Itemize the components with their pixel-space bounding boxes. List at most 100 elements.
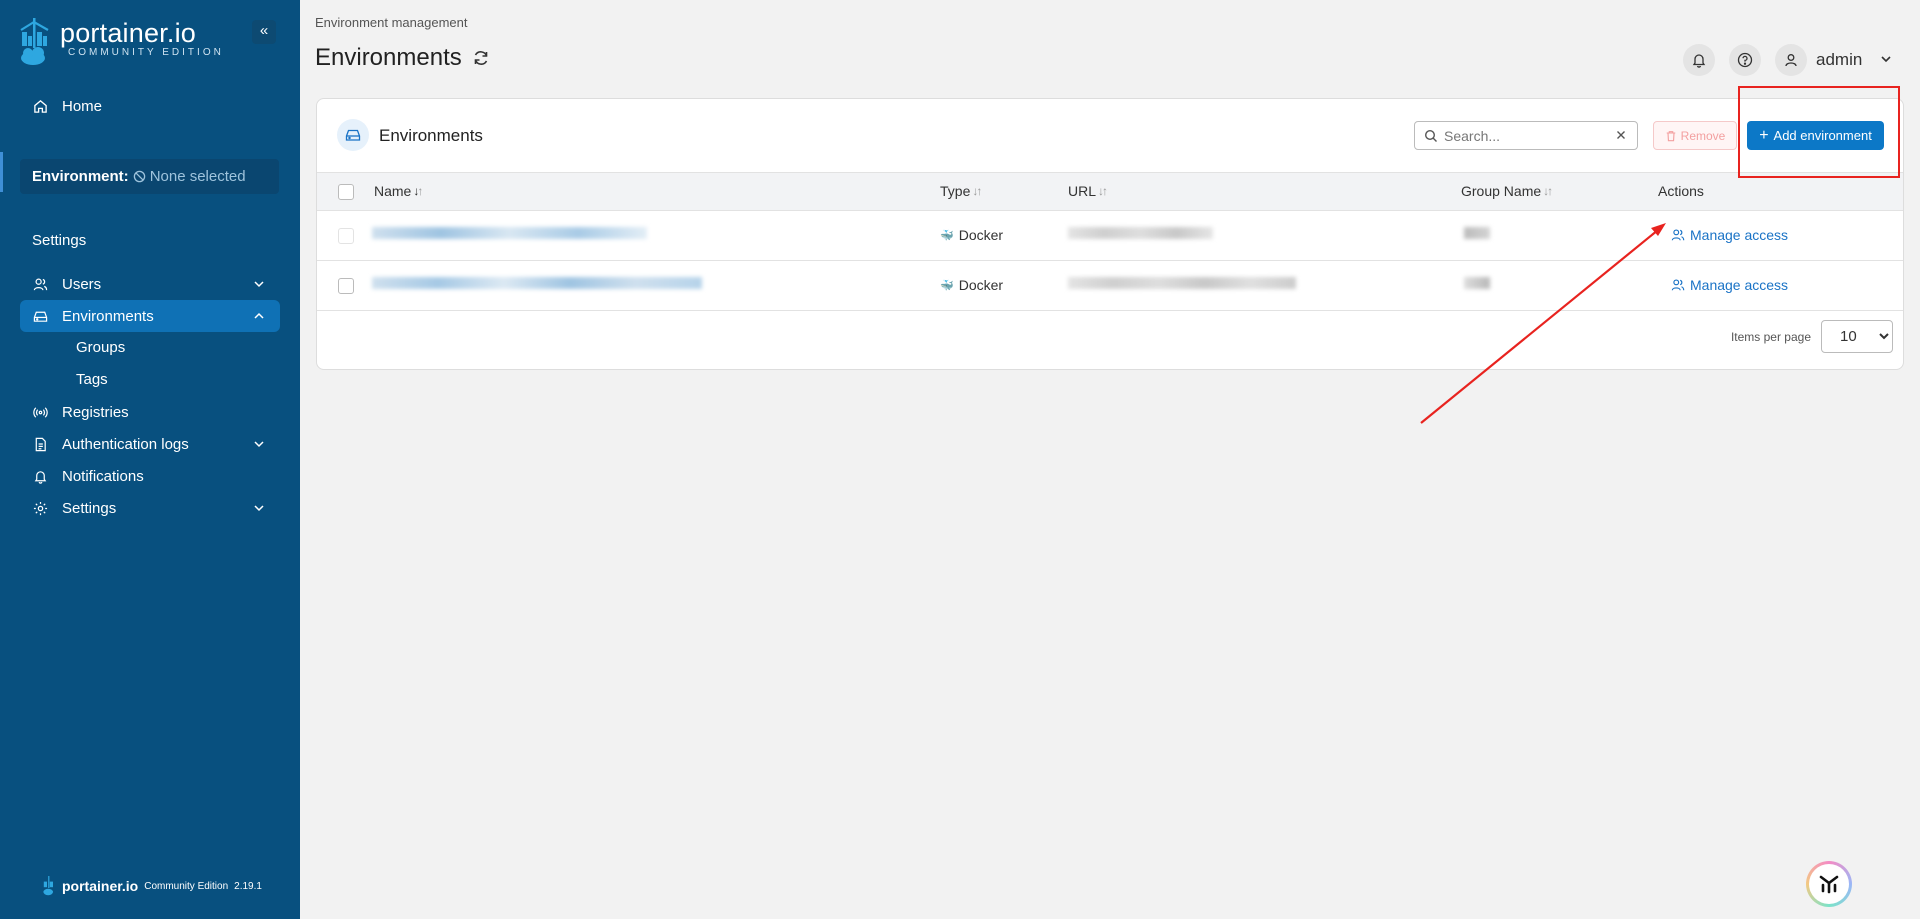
sort-icon: ↓↑ [972, 184, 982, 198]
docker-icon: 🐳 [940, 229, 954, 242]
users-icon [1671, 279, 1685, 291]
environments-panel: Environments Remove + Add environment Na… [316, 98, 1904, 370]
environment-selector[interactable]: Environment: None selected [20, 159, 279, 194]
user-icon [1785, 54, 1797, 67]
table-row[interactable]: 🐳 Docker Manage access [317, 211, 1903, 261]
sidebar-item-label: Users [62, 275, 102, 293]
search-box[interactable] [1414, 121, 1638, 150]
settings-section-title: Settings [32, 232, 87, 249]
chevron-down-icon [254, 441, 264, 448]
users-icon [1671, 229, 1685, 241]
manage-access-link[interactable]: Manage access [1671, 277, 1788, 293]
environments-icon [30, 306, 50, 326]
manage-access-link[interactable]: Manage access [1671, 227, 1788, 243]
floating-assistant-button[interactable] [1806, 861, 1852, 907]
sidebar-item-registries[interactable]: Registries [20, 396, 280, 428]
sidebar-item-label: Registries [62, 403, 129, 421]
help-button[interactable] [1729, 44, 1761, 76]
brand-edition: COMMUNITY EDITION [68, 47, 224, 58]
sort-icon: ↓↑ [1543, 184, 1553, 198]
collapse-sidebar-button[interactable]: « [252, 20, 276, 44]
footer-brand: portainer.io [62, 878, 139, 894]
environment-accent [0, 152, 3, 192]
notifications-button[interactable] [1683, 44, 1715, 76]
sidebar-item-settings[interactable]: Settings [20, 492, 280, 524]
environment-value: None selected [133, 168, 246, 185]
environment-label: Environment: [32, 168, 129, 185]
panel-header: Environments Remove + Add environment [317, 99, 1903, 173]
row-checkbox[interactable] [338, 278, 354, 294]
gear-icon [30, 498, 50, 518]
sidebar: portainer.io COMMUNITY EDITION « Home En… [0, 0, 300, 919]
environment-value-text: None selected [149, 168, 246, 185]
sidebar-item-label: Notifications [62, 467, 144, 485]
sidebar-item-notifications[interactable]: Notifications [20, 460, 280, 492]
environment-name-redacted[interactable] [372, 277, 702, 289]
search-input[interactable] [1444, 127, 1614, 144]
column-header-url[interactable]: URL ↓↑ [1068, 183, 1108, 199]
breadcrumb[interactable]: Environment management [315, 15, 467, 30]
sidebar-item-environments[interactable]: Environments [20, 300, 280, 332]
refresh-icon[interactable] [472, 49, 490, 67]
items-per-page-select[interactable]: 10 25 50 100 [1821, 320, 1893, 353]
column-header-actions: Actions [1658, 183, 1704, 199]
panel-title: Environments [379, 126, 483, 145]
brand[interactable]: portainer.io COMMUNITY EDITION [18, 18, 224, 68]
chevron-down-icon [254, 505, 264, 512]
users-icon [30, 274, 50, 294]
footer-version: 2.19.1 [234, 880, 262, 892]
chevron-down-icon[interactable] [1879, 52, 1893, 66]
sidebar-item-label: Home [62, 97, 103, 115]
environments-icon [345, 129, 361, 141]
bell-icon [1692, 54, 1706, 68]
no-entry-icon [133, 170, 145, 183]
trash-icon [1666, 130, 1675, 141]
sort-icon: ↓↑ [413, 184, 423, 198]
close-icon[interactable] [1614, 128, 1628, 142]
assistant-logo-icon [1819, 875, 1839, 894]
search-icon [1424, 129, 1437, 142]
environment-name-redacted[interactable] [372, 227, 647, 239]
sidebar-item-home[interactable]: Home [20, 90, 280, 122]
column-header-group-name[interactable]: Group Name ↓↑ [1461, 183, 1553, 199]
page-title: Environments [315, 44, 462, 71]
items-per-page-label: Items per page [1730, 329, 1811, 344]
group-name-redacted [1464, 227, 1490, 239]
page-title-wrap: Environments [315, 44, 490, 72]
remove-button[interactable]: Remove [1653, 121, 1737, 150]
environments-panel-icon [337, 119, 369, 151]
portainer-logo-icon [43, 876, 53, 896]
sidebar-item-tags[interactable]: Tags [76, 371, 108, 388]
docker-icon: 🐳 [940, 279, 954, 292]
help-circle-icon [1737, 52, 1753, 68]
sort-icon: ↓↑ [1098, 184, 1108, 198]
environment-type: 🐳 Docker [940, 277, 1004, 293]
sidebar-item-users[interactable]: Users [20, 268, 280, 300]
sidebar-item-label: Authentication logs [62, 435, 189, 453]
row-checkbox[interactable] [338, 228, 354, 244]
sidebar-item-authentication-logs[interactable]: Authentication logs [20, 428, 280, 460]
column-header-name[interactable]: Name ↓↑ [374, 183, 423, 199]
sidebar-item-groups[interactable]: Groups [76, 339, 125, 356]
brand-name: portainer.io [60, 18, 196, 48]
user-avatar[interactable] [1775, 44, 1807, 76]
user-menu-name[interactable]: admin [1816, 50, 1862, 70]
footer-edition: Community Edition [144, 880, 229, 892]
environment-url-redacted [1068, 277, 1296, 289]
group-name-redacted [1464, 277, 1490, 289]
bell-icon [30, 466, 50, 486]
chevron-down-icon [254, 281, 264, 288]
environment-url-redacted [1068, 227, 1213, 239]
select-all-checkbox[interactable] [338, 184, 354, 200]
column-header-type[interactable]: Type ↓↑ [940, 183, 982, 199]
table-row[interactable]: 🐳 Docker Manage access [317, 261, 1903, 311]
sidebar-footer: portainer.io Community Edition 2.19.1 [42, 876, 262, 896]
table-header: Name ↓↑ Type ↓↑ URL ↓↑ Group Name ↓↑ Actions [317, 173, 1903, 211]
chevron-up-icon [254, 312, 264, 319]
sidebar-item-label: Settings [62, 499, 117, 517]
annotation-highlight-box [1738, 86, 1900, 178]
pagination: Items per page 10 25 50 100 [1731, 320, 1893, 353]
registries-icon [30, 402, 50, 422]
sidebar-item-label: Environments [62, 307, 154, 325]
remove-label: Remove [1680, 128, 1726, 143]
